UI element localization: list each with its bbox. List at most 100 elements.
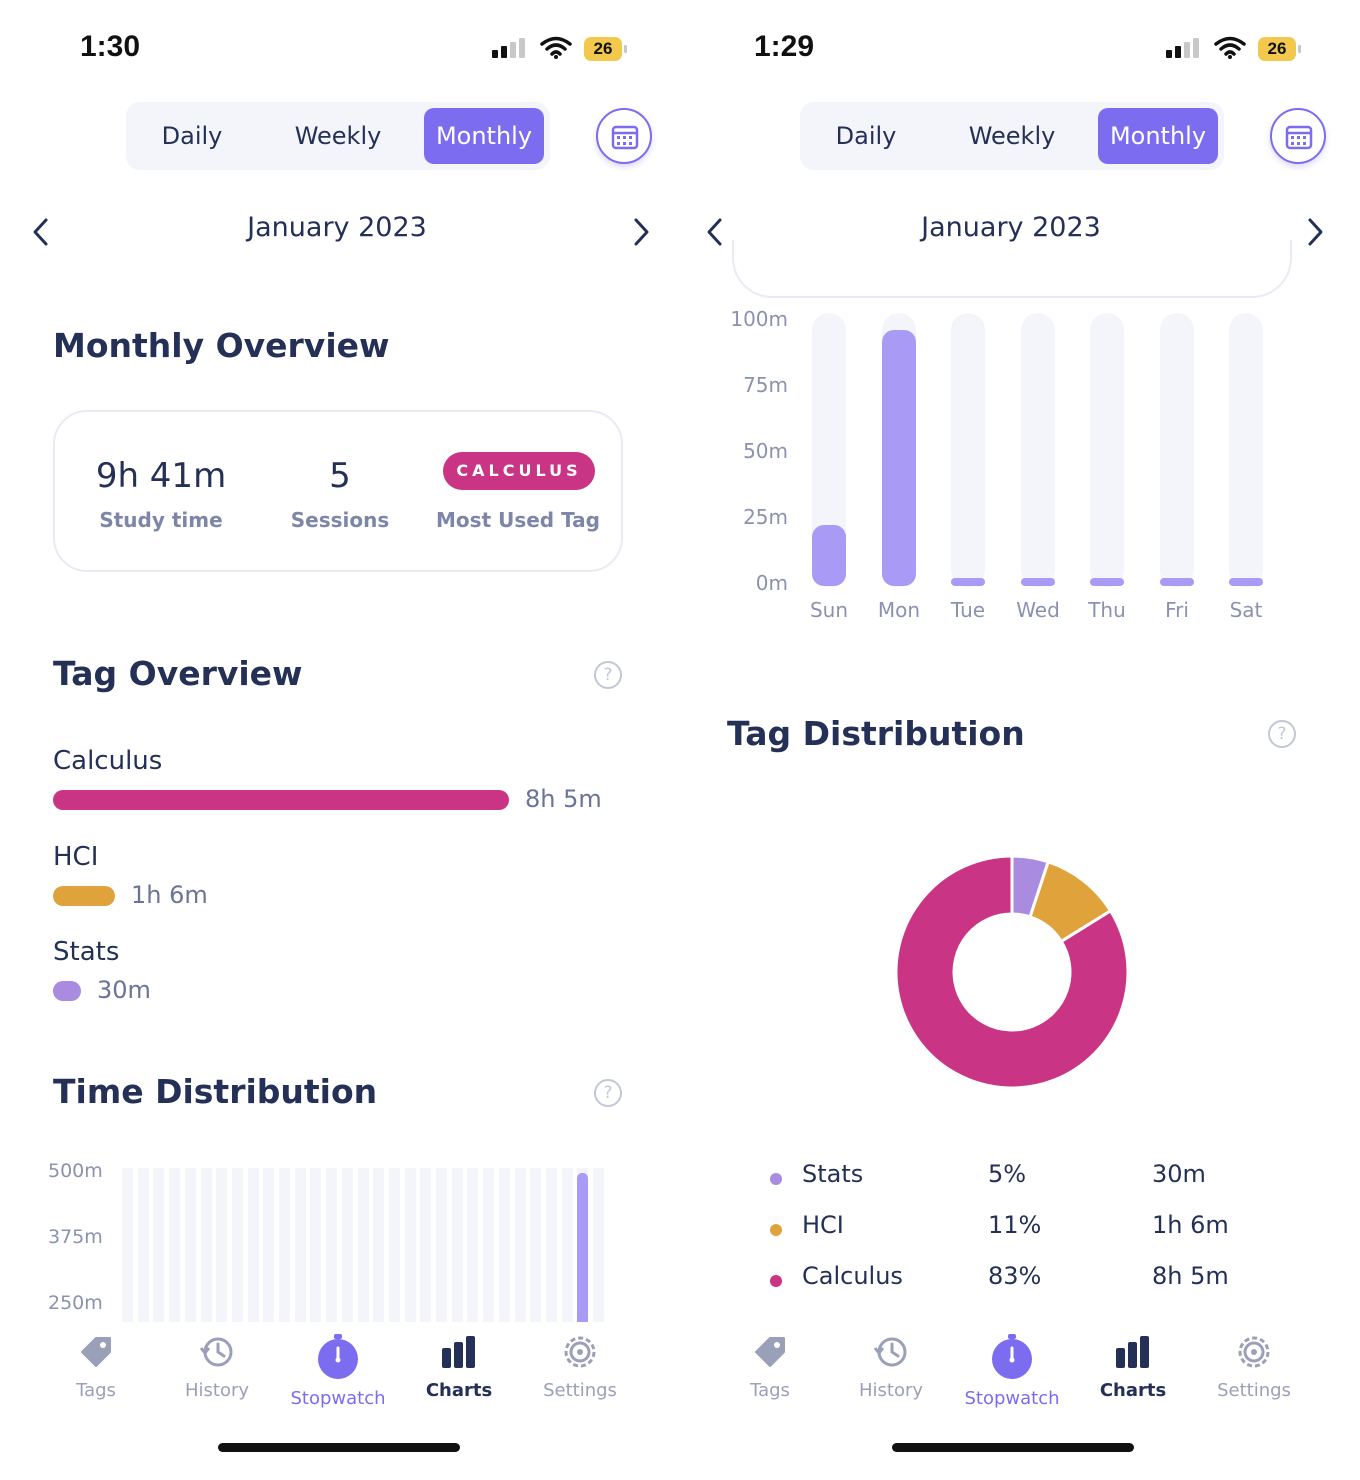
day-bar-track: [201, 1168, 212, 1323]
segment-daily[interactable]: Daily: [136, 108, 248, 164]
legend-duration: 1h 6m: [1152, 1211, 1229, 1239]
day-bar-track: [499, 1168, 510, 1323]
segment-daily[interactable]: Daily: [810, 108, 922, 164]
calendar-button[interactable]: [1270, 108, 1326, 164]
segment-weekly[interactable]: Weekly: [940, 108, 1084, 164]
tab-history[interactable]: History: [836, 1332, 946, 1401]
tab-bar: Tags History Stopwatch Charts Settings: [674, 1322, 1348, 1480]
day-bar-track: [593, 1168, 604, 1323]
calendar-icon: [1285, 125, 1313, 150]
sessions-value: 5: [329, 456, 351, 496]
tab-tags[interactable]: Tags: [41, 1332, 151, 1401]
tab-history[interactable]: History: [162, 1332, 272, 1401]
tab-charts[interactable]: Charts: [1078, 1332, 1188, 1401]
stopwatch-icon: [992, 1334, 1032, 1379]
signal-bar: [1166, 50, 1172, 58]
day-bar-track: [373, 1168, 384, 1323]
tab-settings[interactable]: Settings: [1199, 1332, 1309, 1401]
calendar-button[interactable]: [596, 108, 652, 164]
legend-duration: 30m: [1152, 1160, 1206, 1188]
day-bar-track: [138, 1168, 149, 1323]
legend-row: Stats 5% 30m: [770, 1160, 1250, 1196]
weekday-bar: [812, 525, 846, 586]
battery-level: 26: [584, 37, 622, 61]
day-bar-track: [483, 1168, 494, 1323]
day-bar-track: [326, 1168, 337, 1323]
day-bar-track: [310, 1168, 321, 1323]
time-distribution-title: Time Distribution: [53, 1072, 378, 1111]
weekday-bar-track: [1160, 313, 1194, 587]
segment-weekly[interactable]: Weekly: [266, 108, 410, 164]
tag-usage-bar: [53, 886, 115, 906]
segment-monthly[interactable]: Monthly: [1098, 108, 1218, 164]
card-bottom-edge: [732, 240, 1292, 298]
calendar-icon: [611, 125, 639, 150]
y-tick-label: 50m: [743, 439, 788, 463]
day-bar-track: [232, 1168, 243, 1323]
month-label: January 2023: [921, 212, 1101, 243]
sessions-label: Sessions: [290, 508, 390, 532]
help-icon[interactable]: ?: [594, 661, 622, 689]
day-bar-track: [248, 1168, 259, 1323]
wifi-icon: [1214, 36, 1246, 59]
weekday-bar: [1229, 578, 1263, 586]
x-tick-label: Thu: [1088, 598, 1126, 622]
day-bar-track: [263, 1168, 274, 1323]
tag-name: Calculus: [53, 746, 163, 776]
status-icons: 26: [1166, 34, 1306, 64]
weekday-bar-track: [1021, 313, 1055, 587]
tab-stopwatch[interactable]: Stopwatch: [283, 1332, 393, 1409]
day-bar-track: [405, 1168, 416, 1323]
weekday-bar: [1090, 578, 1124, 586]
legend-duration: 8h 5m: [1152, 1262, 1229, 1290]
monthly-overview-title: Monthly Overview: [53, 326, 390, 365]
weekday-bar-track: [951, 313, 985, 587]
next-month-chevron-icon[interactable]: [1300, 214, 1330, 250]
y-tick-label: 25m: [743, 505, 788, 529]
tab-label: Tags: [76, 1380, 116, 1401]
day-bar-track: [467, 1168, 478, 1323]
legend-dot: [770, 1224, 782, 1236]
day-bar-track: [122, 1168, 133, 1323]
tag-name: Stats: [53, 937, 120, 967]
tag-duration: 30m: [97, 976, 151, 1004]
gear-icon: [1238, 1336, 1270, 1368]
previous-month-chevron-icon[interactable]: [700, 214, 730, 250]
tab-label: Stopwatch: [964, 1388, 1060, 1409]
tab-charts[interactable]: Charts: [404, 1332, 514, 1401]
most-used-tag-badge: CALCULUS: [443, 452, 595, 490]
gear-icon: [564, 1336, 596, 1368]
tab-label: Settings: [1217, 1380, 1291, 1401]
day-bar-track: [452, 1168, 463, 1323]
tab-bar: Tags History Stopwatch Charts Settings: [0, 1322, 674, 1480]
tag-distribution-donut-chart: [894, 854, 1130, 1090]
day-bar-track: [420, 1168, 431, 1323]
segment-monthly[interactable]: Monthly: [424, 108, 544, 164]
study-time-label: Study time: [99, 508, 223, 532]
next-month-chevron-icon[interactable]: [626, 214, 656, 250]
signal-bar: [501, 46, 507, 58]
signal-bar: [1175, 46, 1181, 58]
help-icon[interactable]: ?: [1268, 720, 1296, 748]
help-icon[interactable]: ?: [594, 1079, 622, 1107]
y-tick-label: 500m: [48, 1160, 103, 1182]
tag-overview-title: Tag Overview: [53, 654, 303, 693]
signal-bar: [1193, 38, 1199, 58]
x-tick-label: Wed: [1016, 598, 1060, 622]
legend-row: Calculus 83% 8h 5m: [770, 1262, 1250, 1298]
study-time-value: 9h 41m: [95, 456, 227, 496]
weekday-bar-track: [1090, 313, 1124, 587]
tab-settings[interactable]: Settings: [525, 1332, 635, 1401]
signal-bar: [510, 42, 516, 58]
tab-tags[interactable]: Tags: [715, 1332, 825, 1401]
day-bar-track: [389, 1168, 400, 1323]
phone-screen-monthly-overview: 1:30 26 Daily Weekly Monthly January 202…: [0, 0, 674, 1480]
legend-percent: 11%: [988, 1211, 1042, 1239]
month-label: January 2023: [247, 212, 427, 243]
previous-month-chevron-icon[interactable]: [26, 214, 56, 250]
y-tick-label: 100m: [730, 307, 788, 331]
tab-stopwatch[interactable]: Stopwatch: [957, 1332, 1067, 1409]
signal-bar: [1184, 42, 1190, 58]
day-bar-track: [295, 1168, 306, 1323]
phone-screen-tag-distribution: 1:29 26 Daily Weekly Monthly January 202…: [674, 0, 1348, 1480]
